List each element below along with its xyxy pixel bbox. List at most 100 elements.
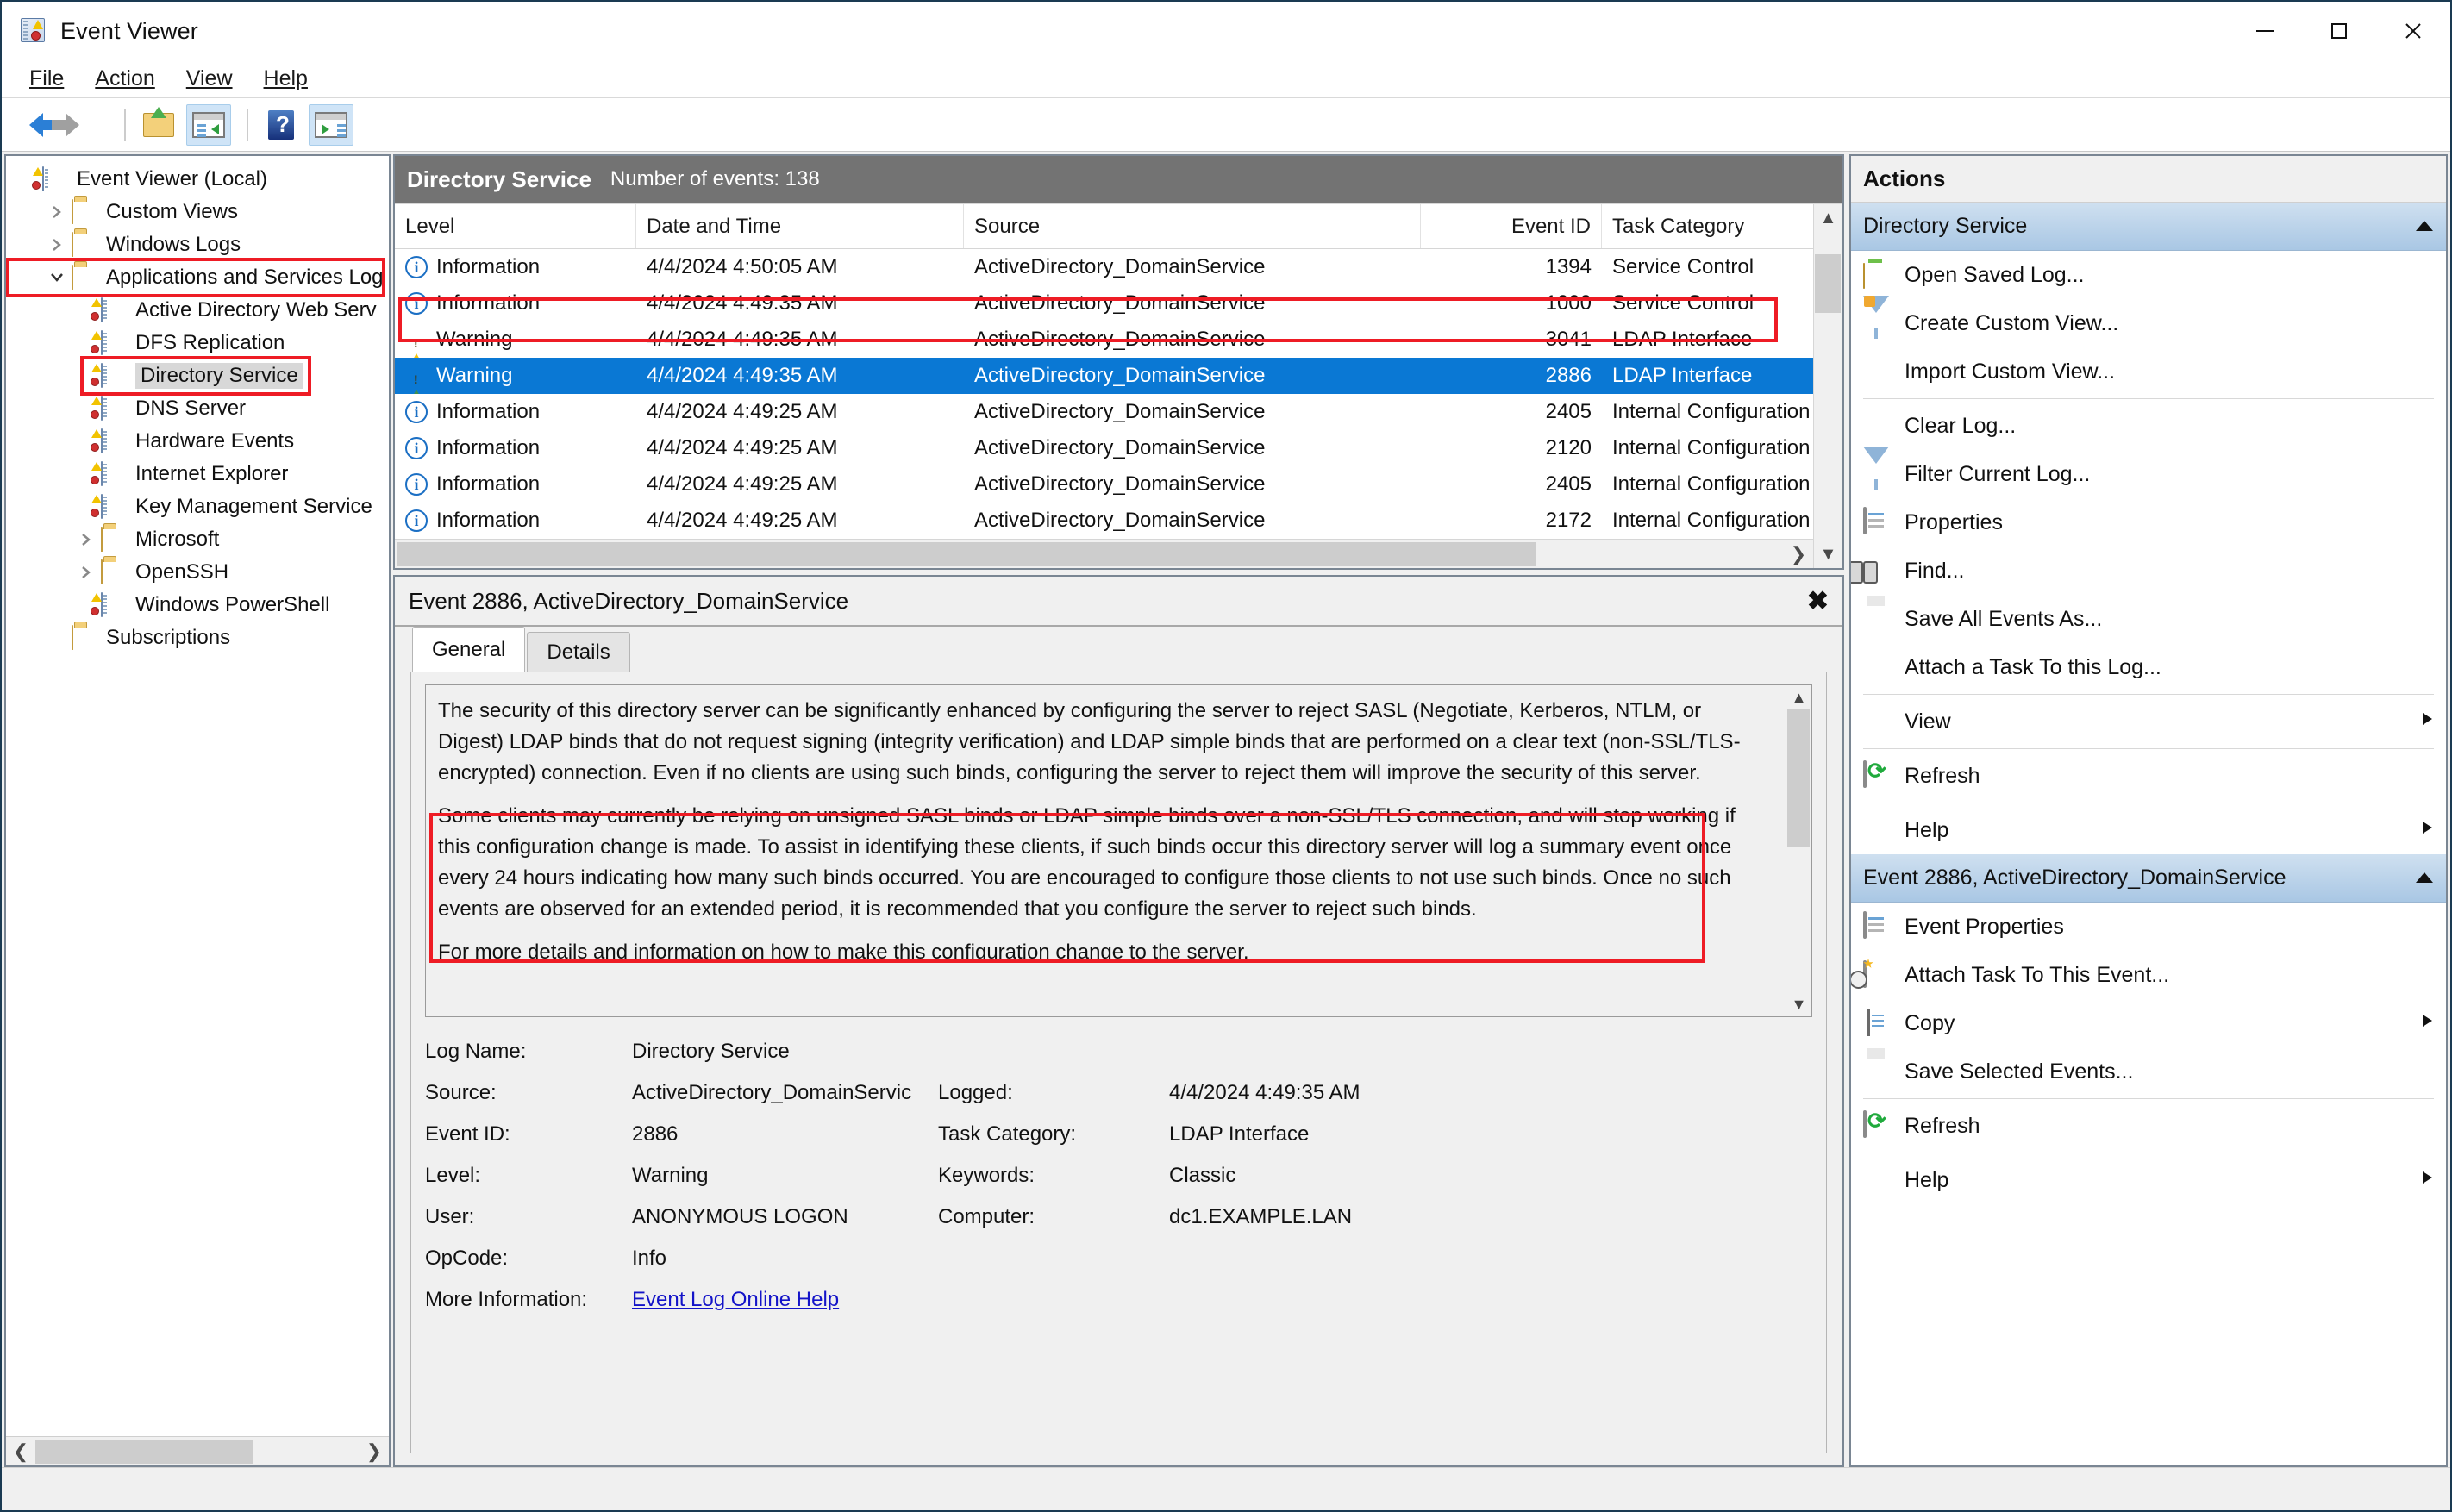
tree-item-internet-explorer[interactable]: Internet Explorer (6, 458, 389, 490)
event-log-online-help-link[interactable]: Event Log Online Help (632, 1288, 839, 1311)
toolbar-separator-2 (247, 109, 248, 141)
tree-item-windows-logs[interactable]: Windows Logs (6, 228, 389, 261)
tree-item-applications-and-services-log[interactable]: Applications and Services Log (6, 261, 389, 294)
action-item-attach-a-task-to-this-log[interactable]: Attach a Task To this Log... (1851, 643, 2446, 691)
tree-item-event-viewer-local[interactable]: Event Viewer (Local) (6, 163, 389, 196)
tree-scroll-thumb[interactable] (35, 1439, 253, 1464)
description-scrollbar[interactable]: ▲ ▼ (1786, 685, 1811, 1016)
action-item-filter-current-log[interactable]: Filter Current Log... (1851, 447, 2446, 498)
desc-scroll-up-icon[interactable]: ▲ (1792, 685, 1807, 709)
desc-scroll-track[interactable] (1786, 709, 1811, 992)
chevron-right-icon[interactable] (42, 203, 72, 222)
action-item-help[interactable]: Help (1851, 806, 2446, 854)
action-item-attach-task-to-this-event[interactable]: Attach Task To This Event... (1851, 951, 2446, 999)
menu-view[interactable]: View (172, 65, 247, 93)
table-row[interactable]: Warning 4/4/2024 4:49:35 AM ActiveDirector… (395, 358, 1813, 394)
column-header-source[interactable]: Source (964, 204, 1421, 248)
action-item-save-selected-events[interactable]: Save Selected Events... (1851, 1047, 2446, 1096)
tree-item-windows-powershell[interactable]: Windows PowerShell (6, 589, 389, 622)
column-header-task-category[interactable]: Task Category (1602, 204, 1813, 248)
action-item-open-saved-log[interactable]: Open Saved Log... (1851, 251, 2446, 299)
chevron-right-icon[interactable] (72, 530, 101, 550)
tree-item-dfs-replication[interactable]: DFS Replication (6, 327, 389, 359)
grid-horizontal-scrollbar[interactable]: ❯ (395, 539, 1813, 568)
cell-level-label: Information (436, 400, 541, 423)
action-item-help[interactable]: Help (1851, 1156, 2446, 1204)
help-button[interactable] (259, 104, 303, 146)
table-row[interactable]: i Information 4/4/2024 4:49:25 AM ActiveDir… (395, 394, 1813, 430)
action-item-create-custom-view[interactable]: Create Custom View... (1851, 296, 2446, 347)
scroll-left-icon[interactable]: ❮ (6, 1440, 35, 1463)
action-item-view[interactable]: View (1851, 697, 2446, 746)
tree-item-active-directory-web-serv[interactable]: Active Directory Web Serv (6, 294, 389, 327)
grid-hscroll-thumb[interactable] (397, 541, 1536, 566)
chevron-up-icon[interactable] (2415, 214, 2434, 239)
scroll-up-icon[interactable]: ▲ (1814, 204, 1842, 232)
action-item-clear-log[interactable]: Clear Log... (1851, 402, 2446, 450)
grid-vscroll-thumb[interactable] (1815, 254, 1841, 313)
actions-group-header[interactable]: Event 2886, ActiveDirectory_DomainServic… (1851, 854, 2446, 903)
action-item-copy[interactable]: Copy (1851, 999, 2446, 1047)
maximize-button[interactable] (2302, 2, 2376, 60)
desc-scroll-down-icon[interactable]: ▼ (1792, 992, 1807, 1016)
chevron-up-icon[interactable] (2415, 865, 2434, 890)
close-button[interactable] (2376, 2, 2450, 60)
show-hide-console-tree-button[interactable] (186, 103, 231, 146)
tree-item-subscriptions[interactable]: Subscriptions (6, 622, 389, 654)
minimize-button[interactable] (2228, 2, 2302, 60)
status-bar (2, 1467, 2450, 1510)
close-icon[interactable]: ✖ (1807, 586, 1829, 616)
grid-vscroll-track[interactable] (1814, 232, 1842, 540)
action-item-event-properties[interactable]: Event Properties (1851, 903, 2446, 951)
table-row[interactable]: i Information 4/4/2024 4:49:35 AM ActiveDir… (395, 285, 1813, 322)
tree-horizontal-scrollbar[interactable]: ❮ ❯ (6, 1436, 389, 1465)
table-row[interactable]: Warning 4/4/2024 4:49:35 AM ActiveDirector… (395, 322, 1813, 358)
grid-scroll-right-icon[interactable]: ❯ (1784, 543, 1813, 565)
menu-action[interactable]: Action (81, 65, 168, 93)
tab-details[interactable]: Details (527, 632, 630, 672)
tree-item-custom-views[interactable]: Custom Views (6, 196, 389, 228)
chevron-right-icon[interactable] (42, 235, 72, 255)
scroll-down-icon[interactable]: ▼ (1814, 540, 1842, 568)
grid-vertical-scrollbar[interactable]: ▲ ▼ (1813, 204, 1842, 568)
menu-help[interactable]: Help (250, 65, 322, 93)
actions-group-header[interactable]: Directory Service (1851, 203, 2446, 251)
tree-item-hardware-events[interactable]: Hardware Events (6, 425, 389, 458)
tree-item-key-management-service[interactable]: Key Management Service (6, 490, 389, 523)
tree-item-directory-service[interactable]: Directory Service (6, 359, 389, 392)
chevron-right-icon[interactable] (72, 563, 101, 583)
tree-item-openssh[interactable]: OpenSSH (6, 556, 389, 589)
action-item-refresh[interactable]: Refresh (1851, 1102, 2446, 1150)
cell-level: Warning (395, 322, 636, 358)
tree-item-dns-server[interactable]: DNS Server (6, 392, 389, 425)
action-item-import-custom-view[interactable]: Import Custom View... (1851, 347, 2446, 396)
tree-scroll-track[interactable] (35, 1439, 360, 1465)
table-row[interactable]: i Information 4/4/2024 4:49:25 AM ActiveDir… (395, 503, 1813, 539)
grid-hscroll-track[interactable] (395, 541, 1784, 567)
tree-item-microsoft[interactable]: Microsoft (6, 523, 389, 556)
show-hide-action-pane-button[interactable] (309, 103, 353, 146)
column-header-level[interactable]: Level (395, 204, 636, 248)
table-row[interactable]: i Information 4/4/2024 4:49:25 AM ActiveDir… (395, 466, 1813, 503)
action-item-save-all-events-as[interactable]: Save All Events As... (1851, 595, 2446, 643)
menu-file[interactable]: File (16, 65, 78, 93)
chevron-down-icon[interactable] (42, 268, 72, 288)
action-item-find[interactable]: Find... (1851, 547, 2446, 595)
action-item-refresh[interactable]: Refresh (1851, 752, 2446, 800)
column-header-date-time[interactable]: Date and Time (636, 204, 964, 248)
up-one-level-button[interactable] (136, 104, 181, 146)
tab-general[interactable]: General (412, 627, 526, 672)
scroll-right-icon[interactable]: ❯ (360, 1440, 389, 1463)
level-label: Level: (425, 1164, 481, 1187)
cell-source: ActiveDirectory_DomainService (974, 364, 1266, 387)
action-item-properties[interactable]: Properties (1851, 498, 2446, 547)
table-row[interactable]: i Information 4/4/2024 4:49:25 AM ActiveDir… (395, 430, 1813, 466)
desc-scroll-thumb[interactable] (1787, 709, 1810, 847)
open-saved-log-icon (1863, 260, 1892, 290)
forward-button[interactable] (52, 104, 109, 146)
action-item-label: Clear Log... (1905, 413, 2017, 438)
event-log-icon (91, 330, 127, 355)
table-row[interactable]: i Information 4/4/2024 4:50:05 AM ActiveDir… (395, 249, 1813, 285)
column-header-event-id[interactable]: Event ID (1421, 204, 1602, 248)
information-icon: i (405, 256, 428, 278)
